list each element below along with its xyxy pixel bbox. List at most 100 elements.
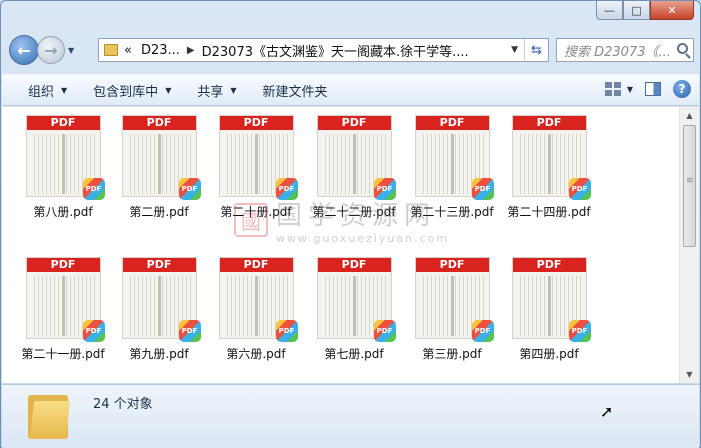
chevron-down-icon: ▼ <box>61 85 68 95</box>
pdf-thumbnail: PDF PDF <box>316 115 396 200</box>
pdf-reader-badge-icon: PDF <box>82 320 105 342</box>
help-icon[interactable]: ? <box>673 80 691 98</box>
item-count: 24 个对象 <box>93 397 153 412</box>
new-folder-button[interactable]: 新建文件夹 <box>250 75 341 105</box>
pdf-header-label: PDF <box>512 116 586 130</box>
pdf-header-label: PDF <box>219 258 293 272</box>
details-pane: 24 个对象 ➚ <box>2 384 699 448</box>
file-item[interactable]: PDF PDF 第七册.pdf <box>304 249 404 362</box>
pdf-thumbnail: PDF PDF <box>218 115 298 200</box>
file-name: 第六册.pdf <box>226 347 286 361</box>
close-button[interactable]: ✕ <box>650 1 694 20</box>
file-item[interactable]: PDF PDF 第六册.pdf <box>206 249 306 362</box>
file-item[interactable]: PDF PDF 第九册.pdf <box>109 249 209 362</box>
file-item[interactable]: PDF PDF 第二十四册.pdf <box>499 107 599 220</box>
refresh-button[interactable]: ⇆ <box>524 39 548 61</box>
file-list-area: PDF PDF 第八册.pdf PDF PDF 第二册.pdf PDF PDF 第二十册.pdf… <box>2 107 699 383</box>
back-button[interactable]: ← <box>9 35 39 65</box>
pdf-reader-badge-icon: PDF <box>373 178 396 200</box>
scroll-up-icon[interactable]: ▲ <box>680 107 699 124</box>
file-name: 第九册.pdf <box>129 347 189 361</box>
mouse-cursor-icon: ➚ <box>600 402 614 421</box>
command-bar: 组织 ▼ 包含到库中 ▼ 共享 ▼ 新建文件夹 ▼ ? <box>2 74 699 106</box>
file-name: 第二十册.pdf <box>220 205 292 219</box>
explorer-window: — □ ✕ ← → ▼ « D23... ▶ D23073《古文渊鉴》天一阁藏本… <box>0 0 701 448</box>
pdf-header-label: PDF <box>122 116 196 130</box>
forward-button[interactable]: → <box>37 36 65 64</box>
pdf-reader-badge-icon: PDF <box>471 320 494 342</box>
pdf-reader-badge-icon: PDF <box>178 320 201 342</box>
pdf-header-label: PDF <box>26 116 100 130</box>
caption-buttons: — □ ✕ <box>596 1 694 21</box>
file-item[interactable]: PDF PDF 第四册.pdf <box>499 249 599 362</box>
file-item[interactable]: PDF PDF 第二十三册.pdf <box>402 107 502 220</box>
pdf-reader-badge-icon: PDF <box>178 178 201 200</box>
view-options-dropdown-icon[interactable]: ▼ <box>627 85 633 94</box>
file-name: 第七册.pdf <box>324 347 384 361</box>
file-name: 第二十三册.pdf <box>410 205 494 219</box>
file-name: 第二十一册.pdf <box>21 347 105 361</box>
minimize-button[interactable]: — <box>596 1 623 20</box>
pdf-reader-badge-icon: PDF <box>568 178 591 200</box>
file-name: 第二十四册.pdf <box>507 205 591 219</box>
forward-arrow-icon: → <box>44 40 58 60</box>
file-name: 第二册.pdf <box>129 205 189 219</box>
breadcrumb-item-parent[interactable]: D23... <box>141 43 180 58</box>
pdf-thumbnail: PDF PDF <box>25 257 105 342</box>
pdf-thumbnail: PDF PDF <box>218 257 298 342</box>
pdf-header-label: PDF <box>415 116 489 130</box>
pdf-thumbnail: PDF PDF <box>316 257 396 342</box>
toolbar-right-group: ▼ ? <box>604 80 691 98</box>
pdf-thumbnail: PDF PDF <box>511 257 591 342</box>
address-dropdown-icon[interactable]: ▼ <box>511 45 518 55</box>
pdf-header-label: PDF <box>317 258 391 272</box>
scroll-down-icon[interactable]: ▼ <box>680 366 699 383</box>
organize-label: 组织 <box>28 84 55 100</box>
navigation-buttons: ← → ▼ <box>9 35 74 65</box>
pdf-thumbnail: PDF PDF <box>25 115 105 200</box>
file-item[interactable]: PDF PDF 第二册.pdf <box>109 107 209 220</box>
breadcrumb-overflow[interactable]: « <box>124 43 132 58</box>
search-icon[interactable] <box>677 43 688 54</box>
include-in-library-menu[interactable]: 包含到库中 ▼ <box>80 75 184 105</box>
chevron-down-icon: ▼ <box>165 85 172 95</box>
new-folder-label: 新建文件夹 <box>262 84 328 100</box>
share-label: 共享 <box>197 84 224 100</box>
scrollbar-thumb[interactable] <box>683 125 696 247</box>
pdf-thumbnail: PDF PDF <box>414 257 494 342</box>
maximize-button[interactable]: □ <box>623 1 650 20</box>
pdf-header-label: PDF <box>26 258 100 272</box>
file-name: 第八册.pdf <box>33 205 93 219</box>
vertical-scrollbar[interactable]: ▲ ▼ <box>679 107 699 383</box>
preview-pane-icon[interactable] <box>645 82 661 96</box>
organize-menu[interactable]: 组织 ▼ <box>2 75 80 105</box>
pdf-header-label: PDF <box>122 258 196 272</box>
pdf-reader-badge-icon: PDF <box>275 178 298 200</box>
pdf-thumbnail: PDF PDF <box>121 115 201 200</box>
breadcrumb-item-current[interactable]: D23073《古文渊鉴》天一阁藏本.徐干学等.... <box>202 41 469 60</box>
pdf-header-label: PDF <box>219 116 293 130</box>
recent-pages-dropdown-icon[interactable]: ▼ <box>68 46 74 55</box>
share-menu[interactable]: 共享 ▼ <box>184 75 249 105</box>
pdf-thumbnail: PDF PDF <box>511 115 591 200</box>
file-item[interactable]: PDF PDF 第二十一册.pdf <box>13 249 113 362</box>
pdf-thumbnail: PDF PDF <box>414 115 494 200</box>
file-grid: PDF PDF 第八册.pdf PDF PDF 第二册.pdf PDF PDF 第二十册.pdf… <box>2 107 678 383</box>
file-item[interactable]: PDF PDF 第二十二册.pdf <box>304 107 404 220</box>
pdf-reader-badge-icon: PDF <box>82 178 105 200</box>
address-bar[interactable]: « D23... ▶ D23073《古文渊鉴》天一阁藏本.徐干学等.... ▼ … <box>98 38 549 62</box>
file-item[interactable]: PDF PDF 第二十册.pdf <box>206 107 306 220</box>
file-item[interactable]: PDF PDF 第八册.pdf <box>13 107 113 220</box>
refresh-icon: ⇆ <box>531 42 542 58</box>
folder-large-icon <box>28 391 70 439</box>
pdf-thumbnail: PDF PDF <box>121 257 201 342</box>
file-item[interactable]: PDF PDF 第三册.pdf <box>402 249 502 362</box>
pdf-header-label: PDF <box>415 258 489 272</box>
pdf-header-label: PDF <box>317 116 391 130</box>
breadcrumb-separator-icon[interactable]: ▶ <box>187 45 195 56</box>
change-view-icon[interactable] <box>604 82 621 96</box>
search-input[interactable]: 搜索 D23073《... <box>556 38 694 62</box>
file-name: 第三册.pdf <box>422 347 482 361</box>
include-in-library-label: 包含到库中 <box>93 84 159 100</box>
search-placeholder: 搜索 D23073《... <box>564 44 671 60</box>
